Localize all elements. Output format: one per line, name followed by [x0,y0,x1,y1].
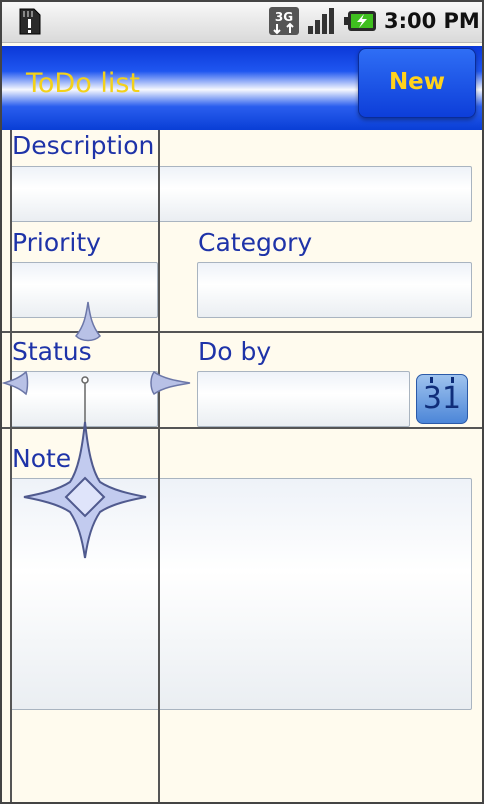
description-field[interactable] [10,166,472,222]
battery-charging-icon [344,11,376,31]
signal-strength-icon [308,8,334,34]
category-field[interactable] [197,262,472,318]
grid-line-vertical [158,130,160,802]
clock-time: 3:00 PM [384,9,480,33]
move-handle-icon[interactable] [22,420,148,560]
resize-handle-left[interactable] [0,368,30,398]
new-button[interactable]: New [358,48,476,118]
do-by-label: Do by [198,337,272,366]
app-title: ToDo list [26,68,140,99]
grid-line-vertical [10,130,12,802]
calendar-day: 31 [422,381,462,416]
3g-data-icon: 3G [269,7,299,35]
priority-label: Priority [12,228,101,257]
description-label: Description [12,131,155,160]
calendar-button[interactable]: 31 [416,374,468,424]
grid-line-horizontal [0,331,484,333]
do-by-field[interactable] [197,371,410,427]
app-bar: ToDo list New [2,46,482,130]
svg-text:3G: 3G [275,10,293,24]
resize-handle-right[interactable] [148,368,192,398]
resize-handle-top[interactable] [74,300,102,344]
status-bar: 3G 3:00 PM [0,0,484,43]
sd-card-notification-icon [19,8,41,35]
category-label: Category [198,228,313,257]
